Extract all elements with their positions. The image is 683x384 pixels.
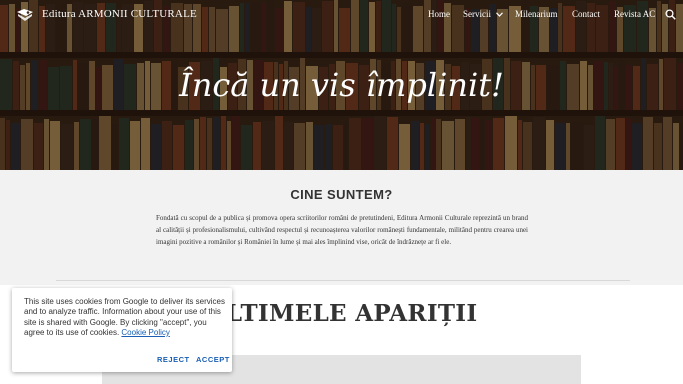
section-divider [56,280,630,281]
nav-milenarium[interactable]: Milenarium [515,9,558,19]
cookie-banner: This site uses cookies from Google to de… [12,288,232,372]
nav-revista-ac[interactable]: Revista AC [614,9,655,19]
about-heading: CINE SUNTEM? [290,187,393,202]
chevron-down-icon [496,12,504,17]
about-section: CINE SUNTEM? Fondată cu scopul de a publ… [0,170,683,285]
top-navigation-bar: Editura ARMONII CULTURALE Home Servicii … [0,0,683,30]
nav-servicii[interactable]: Servicii [463,9,504,19]
hero-banner: Editura ARMONII CULTURALE Home Servicii … [0,0,683,170]
nav-contact[interactable]: Contact [572,9,600,19]
about-text: Fondată cu scopul de a publica și promov… [156,214,528,247]
hero-title: Încă un vis împlinit! [179,66,504,104]
cookie-policy-link[interactable]: Cookie Policy [121,328,169,337]
search-icon[interactable] [665,9,676,20]
reject-button[interactable]: REJECT [157,355,190,364]
nav-servicii-label: Servicii [463,9,491,19]
accept-button[interactable]: ACCEPT [196,355,230,364]
book-logo-icon[interactable] [16,8,34,22]
nav-home[interactable]: Home [428,9,450,19]
site-title[interactable]: Editura ARMONII CULTURALE [42,8,197,20]
cookie-message: This site uses cookies from Google to de… [24,297,228,338]
